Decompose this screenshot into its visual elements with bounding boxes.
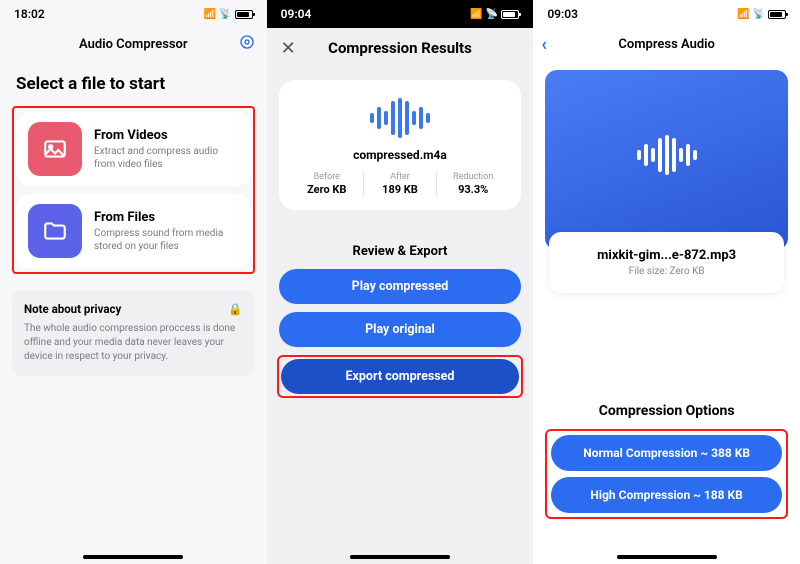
folder-icon: [28, 204, 82, 258]
options-highlight: From Videos Extract and compress audio f…: [12, 106, 255, 274]
status-right: 📶 📡: [737, 9, 786, 20]
file-name: mixkit-gim...e-872.mp3: [561, 248, 772, 263]
privacy-title: Note about privacy: [24, 302, 121, 316]
stat-reduction-value: 93.3%: [437, 183, 509, 196]
status-bar: 09:03 📶 📡: [533, 0, 800, 28]
file-info-card: mixkit-gim...e-872.mp3 File size: Zero K…: [549, 232, 784, 293]
close-button[interactable]: ✕: [281, 38, 296, 59]
hero-banner: [545, 70, 788, 250]
battery-icon: [768, 10, 786, 19]
home-indicator[interactable]: [350, 555, 450, 559]
result-filename: compressed.m4a: [291, 148, 510, 162]
signal-icon: 📶: [737, 9, 748, 20]
signal-icon: 📶: [204, 9, 215, 20]
privacy-text: The whole audio compression proccess is …: [24, 322, 243, 364]
stat-before-value: Zero KB: [291, 183, 363, 196]
screen-compression-results: 09:04 📶 📡 ✕ Compression Results compress…: [267, 0, 534, 564]
signal-icon: 📶: [470, 9, 481, 20]
status-right: 📶 📡: [470, 9, 519, 20]
status-time: 18:02: [14, 7, 45, 21]
status-time: 09:03: [547, 7, 578, 21]
privacy-note: Note about privacy 🔒 The whole audio com…: [12, 290, 255, 376]
screen-select-file: 18:02 📶 📡 Audio Compressor Select a file…: [0, 0, 267, 564]
nav-header: Audio Compressor: [0, 28, 267, 60]
wifi-icon: 📡: [753, 9, 764, 20]
screen-compress-audio: 09:03 📶 📡 ‹ Compress Audio mixkit-gim...…: [533, 0, 800, 564]
settings-button[interactable]: [239, 34, 255, 54]
option-desc: Compress sound from media stored on your…: [94, 227, 239, 253]
back-button[interactable]: ‹: [541, 34, 547, 55]
modal-title: Compression Results: [328, 39, 472, 57]
export-highlight: Export compressed: [277, 355, 524, 398]
play-original-button[interactable]: Play original: [279, 312, 522, 347]
compression-options-title: Compression Options: [545, 403, 788, 419]
status-bar: 09:04 📶 📡: [267, 0, 534, 28]
page-heading: Select a file to start: [16, 74, 251, 94]
export-compressed-button[interactable]: Export compressed: [281, 359, 520, 394]
stat-after-value: 189 KB: [364, 183, 436, 196]
nav-header: ‹ Compress Audio: [533, 28, 800, 60]
from-files-option[interactable]: From Files Compress sound from media sto…: [16, 194, 251, 268]
stat-reduction-label: Reduction: [437, 172, 509, 182]
stat-before-label: Before: [291, 172, 363, 182]
play-compressed-button[interactable]: Play compressed: [279, 269, 522, 304]
wifi-icon: 📡: [219, 9, 230, 20]
normal-compression-button[interactable]: Normal Compression ~ 388 KB: [551, 435, 782, 471]
home-indicator[interactable]: [83, 555, 183, 559]
lock-icon: 🔒: [228, 302, 242, 316]
option-desc: Extract and compress audio from video fi…: [94, 145, 239, 171]
stat-after-label: After: [364, 172, 436, 182]
status-time: 09:04: [281, 7, 312, 21]
status-bar: 18:02 📶 📡: [0, 0, 267, 28]
status-right: 📶 📡: [204, 9, 253, 20]
result-card: compressed.m4a Before Zero KB After 189 …: [279, 80, 522, 210]
waveform-icon: [291, 98, 510, 138]
file-size: File size: Zero KB: [561, 266, 772, 277]
options-highlight: Normal Compression ~ 388 KB High Compres…: [545, 429, 788, 519]
image-icon: [28, 122, 82, 176]
from-videos-option[interactable]: From Videos Extract and compress audio f…: [16, 112, 251, 186]
modal-header: ✕ Compression Results: [267, 28, 534, 68]
stats-row: Before Zero KB After 189 KB Reduction 93…: [291, 172, 510, 196]
option-title: From Videos: [94, 128, 239, 143]
waveform-icon: [637, 135, 697, 175]
battery-icon: [501, 10, 519, 19]
home-indicator[interactable]: [617, 555, 717, 559]
header-title: Audio Compressor: [79, 37, 188, 52]
high-compression-button[interactable]: High Compression ~ 188 KB: [551, 477, 782, 513]
option-title: From Files: [94, 210, 239, 225]
review-export-title: Review & Export: [267, 244, 534, 259]
header-title: Compress Audio: [618, 37, 715, 52]
wifi-icon: 📡: [486, 9, 497, 20]
battery-icon: [235, 10, 253, 19]
